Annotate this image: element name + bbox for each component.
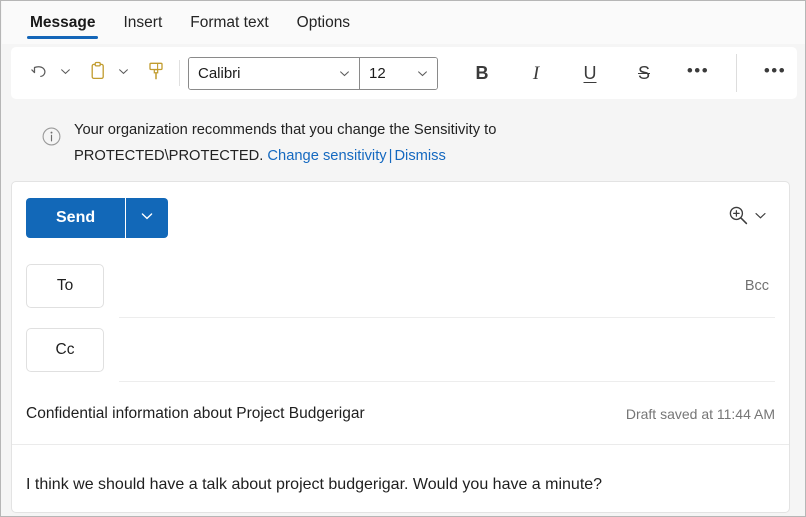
send-button[interactable]: Send [26,198,126,238]
chevron-down-icon [118,64,129,82]
send-split-button: Send [26,198,169,238]
to-input[interactable]: Bcc [119,254,775,318]
toolbar-divider-2 [736,54,737,92]
strikethrough-button[interactable]: S [626,56,662,90]
undo-dropdown-button[interactable] [55,56,75,90]
tab-message[interactable]: Message [16,1,109,44]
sensitivity-info-bar: Your organization recommends that you ch… [11,107,797,173]
zoom-control[interactable] [720,197,775,239]
more-formatting-button[interactable]: ••• [680,56,716,90]
compose-window: Message Insert Format text Options Calib… [0,0,806,517]
subject-input[interactable]: Confidential information about Project B… [26,405,612,423]
underline-button[interactable]: U [572,56,608,90]
bold-icon: B [475,63,489,83]
font-family-value: Calibri [198,64,241,82]
message-body-text: I think we should have a talk about proj… [26,476,603,493]
chevron-down-icon [333,68,359,79]
undo-button[interactable] [25,56,55,90]
bcc-button[interactable]: Bcc [739,274,775,298]
cc-button[interactable]: Cc [26,328,104,372]
send-button-label: Send [56,209,96,226]
underline-icon: U [583,63,597,83]
tab-insert[interactable]: Insert [109,1,176,44]
font-family-select[interactable]: Calibri [189,57,359,89]
more-options-button[interactable]: ••• [757,56,793,90]
paste-dropdown-button[interactable] [113,56,133,90]
sensitivity-info-text: Your organization recommends that you ch… [74,117,496,169]
subject-row: Confidential information about Project B… [12,382,789,445]
format-painter-button[interactable] [141,56,171,90]
font-controls-group: Calibri 12 [188,56,438,90]
font-size-value: 12 [369,64,386,82]
compose-card: Send To Bcc Cc Confidential information … [11,181,790,513]
cc-button-label: Cc [55,341,75,358]
change-sensitivity-link[interactable]: Change sensitivity [267,148,386,164]
format-painter-icon [145,60,167,87]
dismiss-link[interactable]: Dismiss [394,148,445,164]
chevron-down-icon [140,209,154,228]
italic-button[interactable]: I [518,56,554,90]
chevron-down-icon [754,209,767,227]
cc-row: Cc [12,318,789,382]
info-line-1: Your organization recommends that you ch… [74,122,497,138]
tab-options-label: Options [296,13,351,31]
to-button-label: To [56,277,74,294]
tab-format-text[interactable]: Format text [176,1,282,44]
strikethrough-icon: S [637,63,650,83]
ellipsis-icon: ••• [686,61,710,80]
draft-saved-status: Draft saved at 11:44 AM [625,405,775,422]
chevron-down-icon [411,68,437,79]
tab-format-text-label: Format text [190,13,269,31]
message-body-editor[interactable]: I think we should have a talk about proj… [12,445,789,512]
clipboard-paste-icon [87,60,109,87]
zoom-in-icon [726,203,751,233]
ribbon-tab-bar: Message Insert Format text Options [2,1,805,44]
italic-icon: I [532,62,540,84]
undo-icon [29,60,51,87]
info-line-2-prefix: PROTECTED\PROTECTED. [74,148,264,165]
tab-options[interactable]: Options [283,1,364,44]
tab-message-label: Message [30,13,96,31]
cc-input[interactable] [119,318,775,382]
paste-button[interactable] [83,56,113,90]
chevron-down-icon [60,64,71,82]
font-size-select[interactable]: 12 [359,57,437,89]
info-circle-icon [41,126,62,152]
bold-button[interactable]: B [464,56,500,90]
ellipsis-icon: ••• [763,61,787,80]
to-button[interactable]: To [26,264,104,308]
to-row: To Bcc [12,254,789,318]
send-options-button[interactable] [126,198,169,238]
send-row: Send [12,182,789,254]
toolbar-divider-1 [179,60,180,86]
formatting-toolbar: Calibri 12 B I U S ••• ••• [11,47,797,99]
tab-insert-label: Insert [123,13,163,31]
